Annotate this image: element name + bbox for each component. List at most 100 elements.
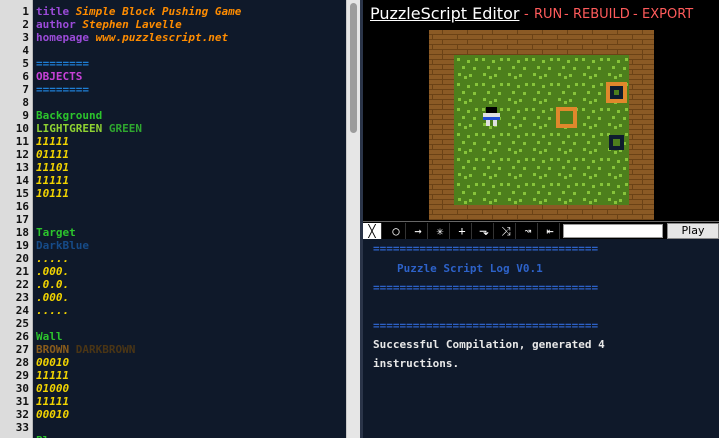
line-number: 16 [15, 200, 29, 213]
line-number: 19 [15, 239, 29, 252]
code-line[interactable]: ..... [36, 304, 69, 317]
log-separator: ================================== [373, 281, 599, 294]
code-line[interactable]: 11111 [36, 395, 69, 408]
code-token: 11111 [36, 395, 70, 408]
log-message: instructions. [373, 357, 460, 370]
wall-tile [429, 55, 454, 80]
line-number: 32 [15, 408, 29, 421]
code-line[interactable]: 11111 [36, 135, 69, 148]
code-line[interactable]: ..... [36, 252, 69, 265]
wall-tile [629, 130, 654, 155]
code-editor[interactable]: 1 2 3 4 5 6 7 8 9 10 11 12 13 14 15 16 17 18 19 20 21 22 23 24 2… [0, 0, 346, 438]
wall-tile [629, 180, 654, 205]
code-line[interactable]: Target [36, 226, 76, 239]
arrow-right-icon[interactable]: → [409, 223, 428, 239]
code-line[interactable]: OBJECTS [36, 70, 82, 83]
code-line[interactable]: DarkBlue [36, 239, 89, 252]
wall-tile [429, 155, 454, 180]
code-token: .000. [36, 265, 70, 278]
line-number: 11 [15, 135, 29, 148]
line-number: 22 [15, 278, 29, 291]
code-line[interactable]: ======== [36, 57, 89, 70]
code-line[interactable]: ======== [36, 83, 89, 96]
code-token: Simple Block Pushing Game [75, 5, 242, 18]
line-number: 8 [22, 96, 29, 109]
line-number: 27 [15, 343, 29, 356]
wall-tile [429, 30, 454, 55]
code-token: 01111 [36, 148, 70, 161]
code-line[interactable]: LIGHTGREEN GREEN [36, 122, 142, 135]
code-line[interactable]: title Simple Block Pushing Game [36, 5, 241, 18]
wall-tile [579, 30, 604, 55]
code-line[interactable]: Background [36, 109, 102, 122]
wall-tile [504, 30, 529, 55]
wall-tile [429, 80, 454, 105]
line-number: 30 [15, 382, 29, 395]
app-title[interactable]: PuzzleScript Editor [370, 4, 519, 23]
line-number: 7 [22, 83, 29, 96]
wave-arrow-icon[interactable]: ↝ [519, 223, 538, 239]
line-number: 28 [15, 356, 29, 369]
line-number: 29 [15, 369, 29, 382]
code-line[interactable]: Wall [36, 330, 63, 343]
wall-tile [429, 130, 454, 155]
code-line[interactable]: 01000 [36, 382, 69, 395]
code-token: ======== [36, 57, 89, 70]
seed-input[interactable] [563, 224, 663, 238]
code-token: Pl [36, 434, 49, 438]
cut-icon[interactable]: ╳ [363, 223, 382, 239]
line-number: 17 [15, 213, 29, 226]
plus-icon[interactable]: + [453, 223, 472, 239]
game-canvas[interactable] [363, 30, 719, 230]
editor-header: PuzzleScript Editor - RUN - REBUILD - EX… [363, 0, 719, 30]
right-panel: PuzzleScript Editor - RUN - REBUILD - EX… [363, 0, 719, 438]
code-token: 00010 [36, 356, 70, 369]
line-number: 26 [15, 330, 29, 343]
code-token: ..... [36, 304, 70, 317]
code-line[interactable]: 11101 [36, 161, 69, 174]
code-token: GREEN [108, 122, 142, 135]
run-button[interactable]: RUN [534, 7, 562, 22]
code-line[interactable]: .0.0. [36, 278, 69, 291]
code-token: .0.0. [36, 278, 70, 291]
code-line[interactable]: .000. [36, 291, 69, 304]
wall-tile [629, 155, 654, 180]
editor-scrollbar-thumb[interactable] [350, 3, 357, 133]
swap-icon[interactable]: ⤨ [497, 223, 516, 239]
sparkle-icon[interactable]: ✳ [431, 223, 450, 239]
rebuild-button[interactable]: REBUILD [573, 7, 630, 22]
play-seed-button[interactable]: Play seed [667, 223, 719, 251]
code-token: 11111 [36, 174, 70, 187]
code-token: DarkBlue [36, 239, 89, 252]
code-token: OBJECTS [36, 70, 83, 83]
code-token: author [36, 18, 83, 31]
code-line[interactable]: Pl [36, 434, 49, 438]
code-line[interactable]: .000. [36, 265, 69, 278]
wall-tile [454, 30, 479, 55]
step-icon[interactable]: ⬎ [475, 223, 494, 239]
code-line[interactable]: 01111 [36, 148, 69, 161]
code-token: 11111 [36, 369, 70, 382]
line-number: 25 [15, 317, 29, 330]
code-line[interactable]: 00010 [36, 356, 69, 369]
code-line[interactable]: author Stephen Lavelle [36, 18, 182, 31]
line-number: 21 [15, 265, 29, 278]
code-token: www.puzzlescript.net [95, 31, 229, 44]
code-line[interactable]: 11111 [36, 369, 69, 382]
code-token: title [36, 5, 76, 18]
arrow-left-bar-icon[interactable]: ⇤ [541, 223, 560, 239]
code-line[interactable]: BROWN DARKBROWN [36, 343, 135, 356]
code-token: 00010 [36, 408, 70, 421]
header-separator: - [524, 7, 529, 22]
code-line[interactable]: 11111 [36, 174, 69, 187]
code-token: 11111 [36, 135, 70, 148]
export-button[interactable]: EXPORT [642, 7, 693, 22]
code-line[interactable]: 10111 [36, 187, 69, 200]
circle-icon[interactable]: ○ [387, 223, 406, 239]
code-line[interactable]: homepage www.puzzlescript.net [36, 31, 228, 44]
line-number: 23 [15, 291, 29, 304]
line-number: 24 [15, 304, 29, 317]
wall-tile [629, 55, 654, 80]
code-line[interactable]: 00010 [36, 408, 69, 421]
line-number: 31 [15, 395, 29, 408]
